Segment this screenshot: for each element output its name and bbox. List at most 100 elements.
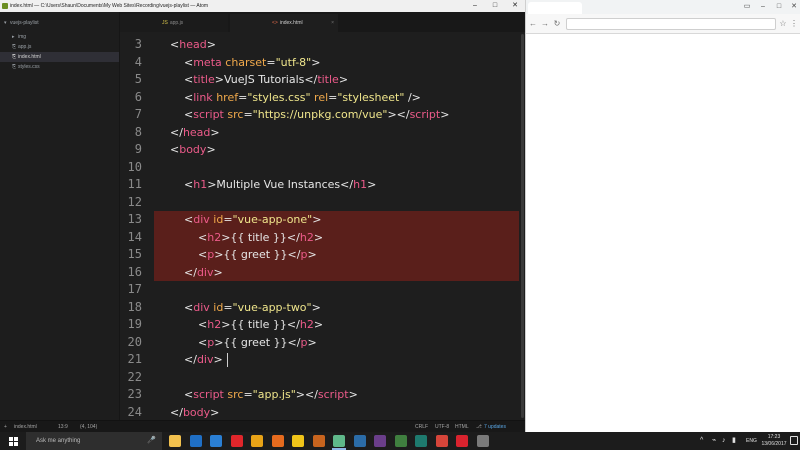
clock[interactable]: 17:23 13/06/2017: [760, 434, 788, 448]
microphone-icon[interactable]: 🎤: [147, 432, 156, 450]
code-token: </: [286, 318, 300, 331]
scrollbar-thumb[interactable]: [521, 34, 524, 418]
code-line[interactable]: <h1>Multiple Vue Instances</h1>: [184, 176, 376, 193]
tree-item-label: index.html: [18, 54, 41, 60]
code-line[interactable]: <div id="vue-app-one">: [184, 211, 321, 228]
outlook-icon[interactable]: [189, 435, 202, 447]
menu-icon[interactable]: ⋮: [789, 18, 799, 30]
tree-item[interactable]: ⎘ index.html: [0, 52, 119, 62]
recorder-icon[interactable]: [456, 435, 468, 447]
browser-tab[interactable]: [528, 2, 582, 14]
code-token: <: [184, 90, 194, 104]
volume-icon[interactable]: ♪: [722, 432, 726, 450]
terminal-icon[interactable]: [394, 435, 407, 447]
code-line[interactable]: </div>: [184, 351, 223, 368]
code-line[interactable]: <p>{{ greet }}</p>: [198, 334, 317, 351]
tree-item-label: styles.css: [18, 64, 40, 70]
code-line[interactable]: <head>: [170, 36, 216, 53]
line-number: 3: [134, 37, 142, 51]
battery-icon[interactable]: ▮: [732, 432, 736, 450]
code-token: <: [184, 73, 194, 86]
language-indicator[interactable]: ENG: [746, 432, 757, 450]
code-line[interactable]: </div>: [184, 264, 223, 281]
code-token: >: [206, 143, 216, 156]
code-token: "vue-app-one": [232, 213, 313, 226]
forward-icon[interactable]: →: [540, 18, 550, 30]
start-button[interactable]: [0, 432, 26, 450]
code-line[interactable]: <h2>{{ title }}</h2>: [198, 229, 323, 246]
code-token: h1: [353, 178, 368, 191]
file-explorer-icon[interactable]: [169, 435, 181, 447]
html-file-icon: <>: [272, 20, 278, 26]
code-token: VueJS Tutorials: [223, 73, 305, 86]
tree-item[interactable]: ▸ img: [0, 32, 119, 42]
line-number: 12: [127, 194, 142, 209]
line-number: 8: [134, 124, 142, 139]
code-token: h1: [193, 178, 208, 191]
firefox-icon[interactable]: [271, 435, 284, 447]
code-token: </: [184, 353, 197, 366]
line-number: 22: [127, 369, 142, 384]
code-token: h2: [299, 230, 314, 244]
user-icon[interactable]: ▭: [740, 1, 754, 13]
taskbar-search[interactable]: Ask me anything 🎤: [26, 432, 162, 450]
code-token: div: [193, 300, 210, 314]
app-icon-blue[interactable]: [210, 435, 222, 447]
tree-item-label: app.js: [18, 44, 32, 50]
code-line[interactable]: <script src="https://unpkg.com/vue"></sc…: [184, 106, 449, 123]
code-token: =: [328, 90, 338, 104]
photoshop-icon[interactable]: [353, 435, 366, 447]
tab-html[interactable]: <> index.html ×: [230, 14, 338, 32]
code-token: <: [170, 38, 180, 51]
browser-maximize-icon[interactable]: □: [772, 1, 786, 13]
maximize-icon[interactable]: □: [485, 0, 505, 12]
minimize-icon[interactable]: –: [465, 0, 485, 12]
code-line[interactable]: <p>{{ greet }}</p>: [198, 246, 317, 263]
code-token: >: [307, 248, 317, 261]
code-line[interactable]: </head>: [170, 124, 220, 141]
app-icon-orange[interactable]: [312, 435, 325, 447]
audition-icon[interactable]: [415, 435, 427, 447]
code-line[interactable]: <h2>{{ title }}</h2>: [198, 316, 323, 333]
opera-icon[interactable]: [230, 435, 243, 447]
premiere-icon[interactable]: [374, 435, 386, 447]
code-token: <: [198, 335, 208, 349]
tree-item[interactable]: ▾ vuejs-playlist: [0, 18, 119, 28]
code-token: "vue-app-two": [232, 300, 312, 314]
notification-icon[interactable]: [790, 436, 798, 445]
chevron-up-icon[interactable]: ^: [700, 432, 703, 450]
code-token: div: [193, 213, 210, 226]
code-editor[interactable]: 3 4 5 6 7 8 9 10 11 12 13 14 15 16 17 18 19 20 21 22 23 24 <h…: [120, 32, 520, 420]
network-icon[interactable]: ⌁: [712, 432, 716, 450]
browser-close-icon[interactable]: ✕: [787, 1, 800, 13]
tree-item[interactable]: ⎘ app.js: [0, 42, 119, 52]
close-icon[interactable]: ✕: [505, 0, 525, 12]
code-token: <: [184, 300, 194, 314]
reload-icon[interactable]: ↻: [552, 18, 562, 30]
code-line[interactable]: <link href="styles.css" rel="stylesheet"…: [184, 89, 421, 106]
code-token: div: [196, 353, 214, 366]
address-bar[interactable]: [566, 18, 776, 30]
browser-tabstrip: ▭ – □ ✕: [526, 0, 800, 14]
code-line[interactable]: <title>VueJS Tutorials</title>: [184, 71, 348, 88]
star-icon[interactable]: ☆: [778, 18, 788, 30]
system-tray: ^ ⌁ ♪ ▮ ENG 17:23 13/06/2017: [700, 432, 800, 450]
code-line[interactable]: </body>: [170, 404, 219, 421]
app-icon-yellow[interactable]: [292, 435, 304, 447]
atom-icon[interactable]: [333, 435, 345, 447]
app-icon-grey[interactable]: [476, 435, 489, 447]
code-line[interactable]: <div id="vue-app-two">: [184, 299, 321, 316]
back-icon[interactable]: ←: [528, 18, 538, 30]
app-icon-red[interactable]: [435, 435, 448, 447]
code-line[interactable]: <script src="app.js"></script>: [184, 386, 358, 403]
tab-js[interactable]: JS app.js: [120, 14, 228, 32]
tab-close-icon[interactable]: ×: [331, 14, 334, 32]
code-line[interactable]: <meta charset="utf-8">: [184, 54, 320, 71]
chrome-icon[interactable]: [251, 435, 263, 447]
code-token: {{ greet }}: [223, 335, 288, 349]
line-number: 6: [134, 89, 142, 104]
tree-item[interactable]: ⎘ styles.css: [0, 62, 119, 72]
code-line[interactable]: <body>: [170, 141, 216, 158]
code-token: </: [184, 265, 197, 279]
browser-minimize-icon[interactable]: –: [756, 1, 770, 13]
